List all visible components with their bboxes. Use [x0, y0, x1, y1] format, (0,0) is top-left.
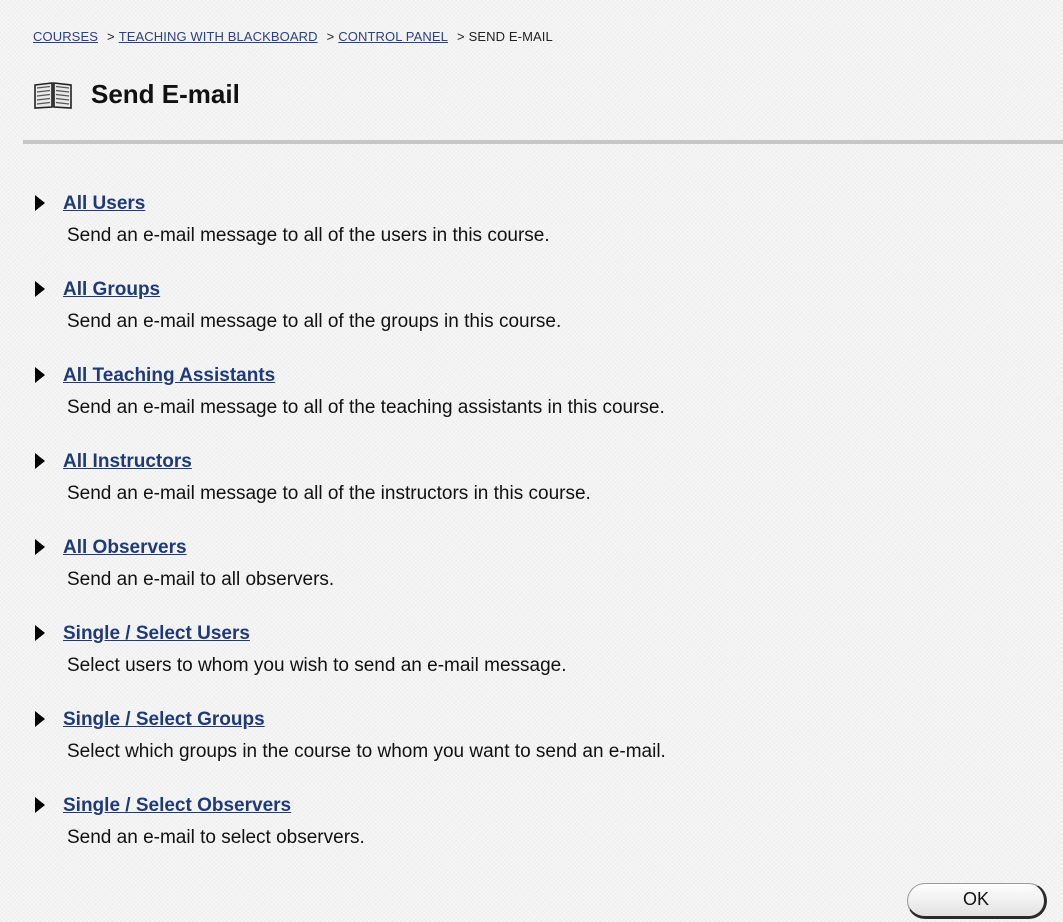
option-description: Send an e-mail message to all of the use… — [67, 225, 550, 246]
triangle-right-icon — [35, 367, 45, 383]
option-description: Select which groups in the course to who… — [67, 741, 666, 762]
option-all-groups: All Groups Send an e-mail message to all… — [35, 274, 1035, 360]
option-all-users: All Users Send an e-mail message to all … — [35, 188, 1035, 274]
page-header: Send E-mail — [33, 79, 240, 110]
triangle-right-icon — [35, 625, 45, 641]
option-description: Select users to whom you wish to send an… — [67, 655, 567, 676]
breadcrumb-separator: > — [107, 29, 115, 44]
option-all-teaching-assistants: All Teaching Assistants Send an e-mail m… — [35, 360, 1035, 446]
option-description: Send an e-mail message to all of the gro… — [67, 311, 562, 332]
option-description: Send an e-mail to select observers. — [67, 827, 365, 848]
all-teaching-assistants-link[interactable]: All Teaching Assistants — [63, 365, 275, 387]
triangle-right-icon — [35, 281, 45, 297]
single-select-users-link[interactable]: Single / Select Users — [63, 623, 250, 645]
triangle-right-icon — [35, 453, 45, 469]
triangle-right-icon — [35, 711, 45, 727]
breadcrumb-link-courses[interactable]: COURSES — [33, 29, 98, 44]
option-all-observers: All Observers Send an e-mail to all obse… — [35, 532, 1035, 618]
option-all-instructors: All Instructors Send an e-mail message t… — [35, 446, 1035, 532]
single-select-groups-link[interactable]: Single / Select Groups — [63, 709, 265, 731]
page-title: Send E-mail — [91, 79, 240, 109]
all-users-link[interactable]: All Users — [63, 193, 145, 215]
option-single-select-observers: Single / Select Observers Send an e-mail… — [35, 790, 1035, 876]
option-description: Send an e-mail message to all of the ins… — [67, 483, 591, 504]
breadcrumb-separator: > — [326, 29, 335, 44]
book-icon — [34, 81, 72, 109]
header-divider — [23, 140, 1063, 144]
option-description: Send an e-mail to all observers. — [67, 569, 335, 590]
option-single-select-groups: Single / Select Groups Select which grou… — [35, 704, 1035, 790]
breadcrumb-separator: > — [456, 29, 465, 44]
option-single-select-users: Single / Select Users Select users to wh… — [35, 618, 1035, 704]
ok-button[interactable]: OK — [907, 883, 1047, 919]
breadcrumb-link-control-panel[interactable]: CONTROL PANEL — [338, 29, 448, 44]
breadcrumb-link-teaching-with-blackboard[interactable]: TEACHING WITH BLACKBOARD — [119, 29, 318, 44]
option-description: Send an e-mail message to all of the tea… — [67, 397, 665, 418]
all-groups-link[interactable]: All Groups — [63, 279, 160, 301]
breadcrumb-current: SEND E-MAIL — [468, 29, 553, 44]
all-observers-link[interactable]: All Observers — [63, 537, 187, 559]
single-select-observers-link[interactable]: Single / Select Observers — [63, 795, 291, 817]
breadcrumb: COURSES > TEACHING WITH BLACKBOARD > CONTROL… — [33, 29, 553, 44]
email-options-list: All Users Send an e-mail message to all … — [35, 188, 1035, 876]
all-instructors-link[interactable]: All Instructors — [63, 451, 192, 473]
triangle-right-icon — [35, 797, 45, 813]
triangle-right-icon — [35, 539, 45, 555]
triangle-right-icon — [35, 195, 45, 211]
